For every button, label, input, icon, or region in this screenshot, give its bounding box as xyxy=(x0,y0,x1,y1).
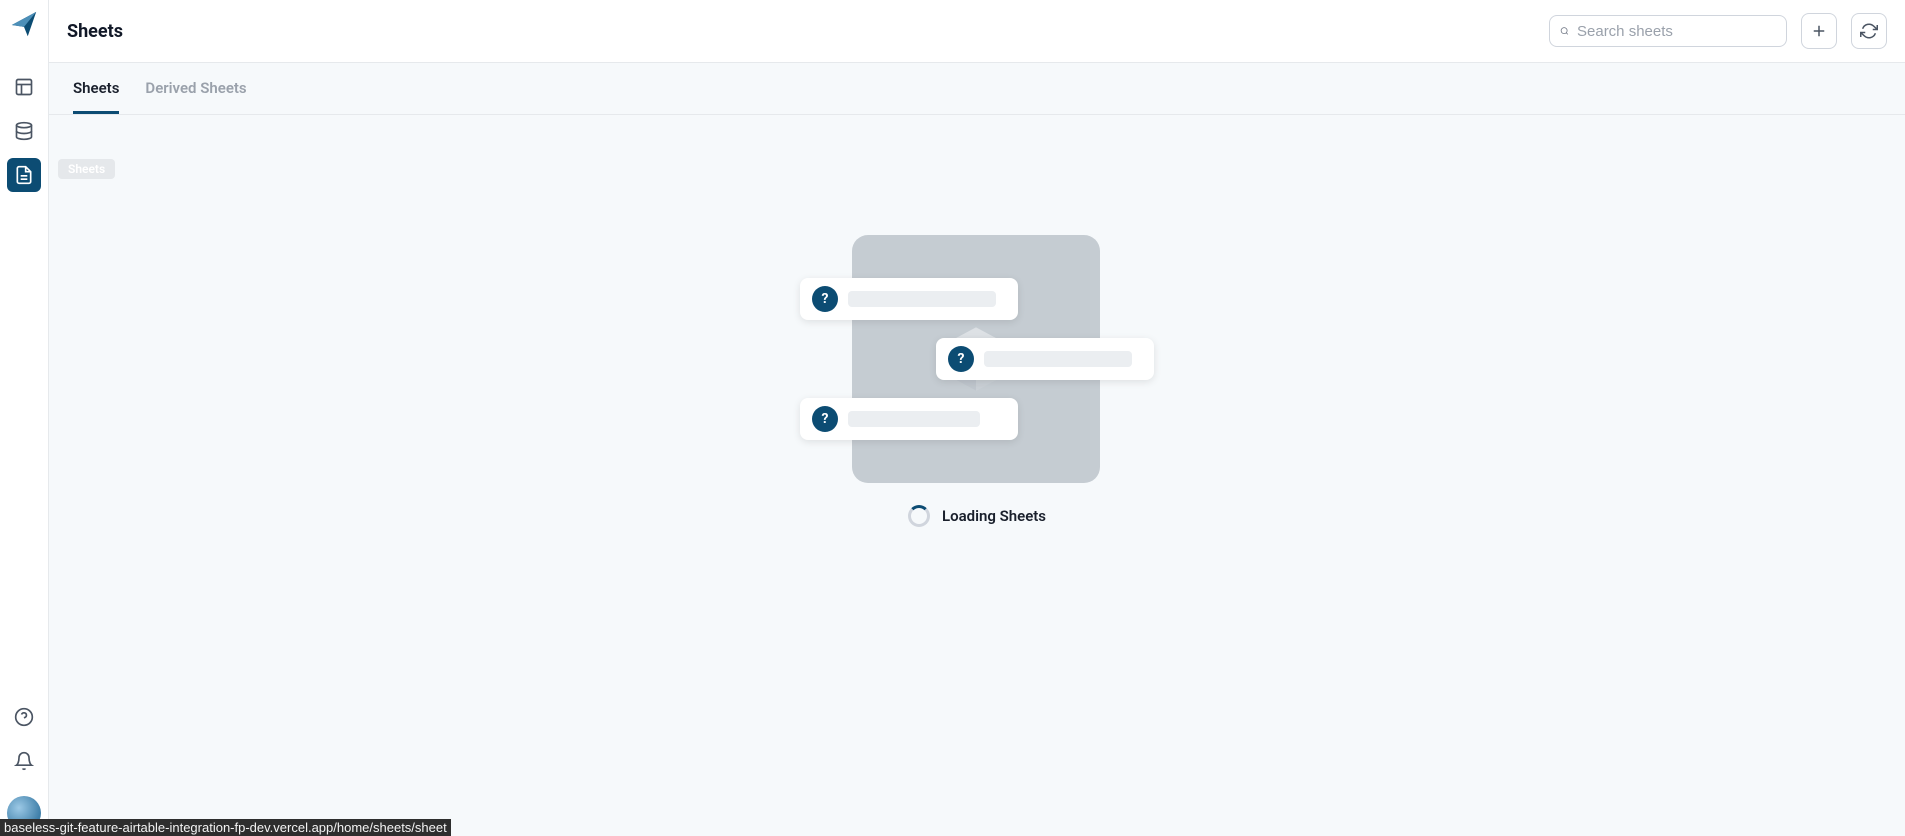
help-circle-icon xyxy=(14,707,34,727)
illustration-chip: ? xyxy=(800,278,1018,320)
placeholder-bar xyxy=(848,291,996,307)
nav-sheets[interactable] xyxy=(7,158,41,192)
plus-icon xyxy=(1810,22,1828,40)
tab-derived-sheets[interactable]: Derived Sheets xyxy=(145,63,246,114)
content: ? ? ? Loading Sheets xyxy=(49,115,1905,836)
refresh-icon xyxy=(1860,22,1878,40)
question-badge: ? xyxy=(812,406,838,432)
browser-status-url: baseless-git-feature-airtable-integratio… xyxy=(0,819,451,836)
file-text-icon xyxy=(14,165,34,185)
page-title: Sheets xyxy=(67,21,123,42)
layout-icon xyxy=(14,77,34,97)
bell-icon xyxy=(14,751,34,771)
spinner-icon xyxy=(908,505,930,527)
loading-text: Loading Sheets xyxy=(942,507,1046,525)
main: Sheets xyxy=(49,0,1905,836)
header: Sheets xyxy=(49,0,1905,63)
sidebar xyxy=(0,0,49,836)
app-logo[interactable] xyxy=(6,6,42,42)
paper-plane-icon xyxy=(9,9,39,39)
search-input[interactable] xyxy=(1577,23,1776,40)
nav-database[interactable] xyxy=(7,114,41,148)
tabs: Sheets Derived Sheets xyxy=(49,63,1905,115)
search-wrap[interactable] xyxy=(1549,15,1787,47)
search-icon xyxy=(1560,22,1569,40)
nav-help[interactable] xyxy=(7,700,41,734)
empty-illustration: ? ? ? xyxy=(802,235,1152,485)
nav-layout[interactable] xyxy=(7,70,41,104)
question-badge: ? xyxy=(948,346,974,372)
loading-row: Loading Sheets xyxy=(908,505,1046,527)
illustration-chip: ? xyxy=(800,398,1018,440)
nav-notifications[interactable] xyxy=(7,744,41,778)
placeholder-bar xyxy=(848,411,980,427)
question-badge: ? xyxy=(812,286,838,312)
illustration-chip: ? xyxy=(936,338,1154,380)
database-icon xyxy=(14,121,34,141)
add-button[interactable] xyxy=(1801,13,1837,49)
tab-sheets[interactable]: Sheets xyxy=(73,63,119,114)
refresh-button[interactable] xyxy=(1851,13,1887,49)
placeholder-bar xyxy=(984,351,1132,367)
